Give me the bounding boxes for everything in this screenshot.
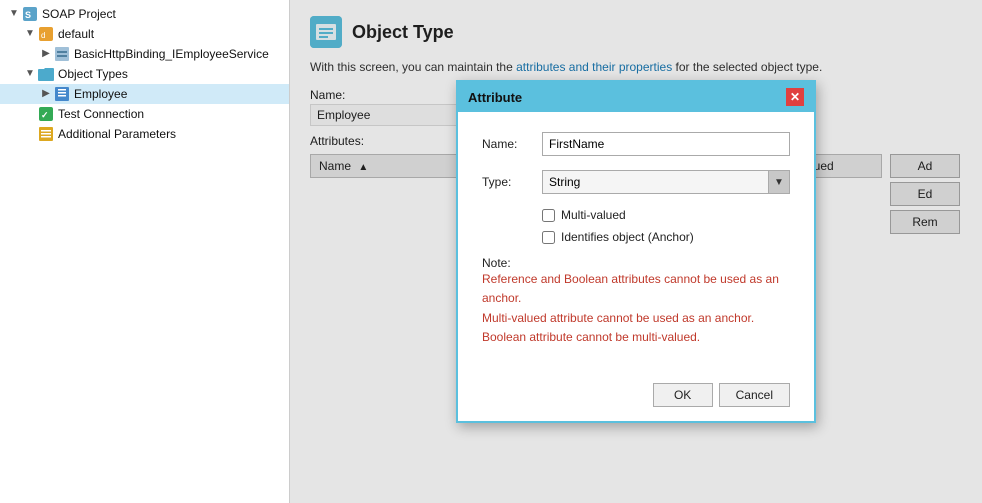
svg-text:d: d — [41, 31, 45, 40]
modal-close-button[interactable]: ✕ — [786, 88, 804, 106]
modal-note-line-1: Reference and Boolean attributes cannot … — [482, 270, 790, 308]
modal-type-select-wrap: String Integer Boolean Reference DateTim… — [542, 170, 790, 194]
modal-name-label: Name: — [482, 137, 542, 151]
sidebar-item-employee[interactable]: ▶ Employee — [0, 84, 289, 104]
main-content: Object Type With this screen, you can ma… — [290, 0, 982, 503]
modal-multivalued-row: Multi-valued — [482, 208, 790, 222]
chevron-icon: ▶ — [40, 48, 52, 60]
modal-ok-button[interactable]: OK — [653, 383, 713, 407]
svg-text:S: S — [25, 10, 31, 20]
modal-name-input[interactable] — [542, 132, 790, 156]
folder-icon — [38, 66, 54, 82]
modal-title: Attribute — [468, 90, 522, 105]
svg-text:✓: ✓ — [41, 110, 49, 120]
default-icon: d — [38, 26, 54, 42]
modal-note-line-2: Multi-valued attribute cannot be used as… — [482, 309, 790, 328]
multivalued-label[interactable]: Multi-valued — [561, 208, 626, 222]
modal-note-title: Note: — [482, 256, 790, 270]
soap-icon: S — [22, 6, 38, 22]
sidebar-item-label: default — [58, 27, 94, 41]
params-icon — [38, 126, 54, 142]
employee-icon — [54, 86, 70, 102]
modal-note: Note: Reference and Boolean attributes c… — [482, 256, 790, 347]
sidebar-item-label: SOAP Project — [42, 7, 116, 21]
modal-type-row: Type: String Integer Boolean Reference D… — [482, 170, 790, 194]
modal-note-line-3: Boolean attribute cannot be multi-valued… — [482, 328, 790, 347]
modal-identifies-row: Identifies object (Anchor) — [482, 230, 790, 244]
sidebar-item-default[interactable]: ▼ d default — [0, 24, 289, 44]
sidebar-item-binding[interactable]: ▶ BasicHttpBinding_IEmployeeService — [0, 44, 289, 64]
sidebar-item-object-types[interactable]: ▼ Object Types — [0, 64, 289, 84]
chevron-icon: ▼ — [24, 68, 36, 80]
chevron-icon: ▼ — [24, 28, 36, 40]
sidebar-item-label: Object Types — [58, 67, 128, 81]
attribute-modal: Attribute ✕ Name: Type: String Integer — [456, 80, 816, 423]
sidebar-item-label: BasicHttpBinding_IEmployeeService — [74, 47, 269, 61]
modal-cancel-button[interactable]: Cancel — [719, 383, 790, 407]
sidebar-item-additional-parameters[interactable]: ▶ Additional Parameters — [0, 124, 289, 144]
modal-body: Name: Type: String Integer Boolean Refer… — [458, 112, 814, 375]
modal-name-row: Name: — [482, 132, 790, 156]
chevron-icon: ▶ — [40, 88, 52, 100]
test-icon: ✓ — [38, 106, 54, 122]
modal-footer: OK Cancel — [458, 375, 814, 421]
modal-type-label: Type: — [482, 175, 542, 189]
identifies-checkbox[interactable] — [542, 231, 555, 244]
sidebar-item-label: Test Connection — [58, 107, 144, 121]
sidebar-item-label: Additional Parameters — [58, 127, 176, 141]
sidebar-item-soap-project[interactable]: ▼ S SOAP Project — [0, 4, 289, 24]
identifies-label[interactable]: Identifies object (Anchor) — [561, 230, 694, 244]
modal-type-select[interactable]: String Integer Boolean Reference DateTim… — [542, 170, 790, 194]
sidebar-item-test-connection[interactable]: ▶ ✓ Test Connection — [0, 104, 289, 124]
binding-icon — [54, 46, 70, 62]
sidebar: ▼ S SOAP Project ▼ d default ▶ BasicHttp… — [0, 0, 290, 503]
sidebar-item-label: Employee — [74, 87, 127, 101]
chevron-icon: ▼ — [8, 8, 20, 20]
multivalued-checkbox[interactable] — [542, 209, 555, 222]
modal-overlay: Attribute ✕ Name: Type: String Integer — [290, 0, 982, 503]
modal-titlebar: Attribute ✕ — [458, 82, 814, 112]
